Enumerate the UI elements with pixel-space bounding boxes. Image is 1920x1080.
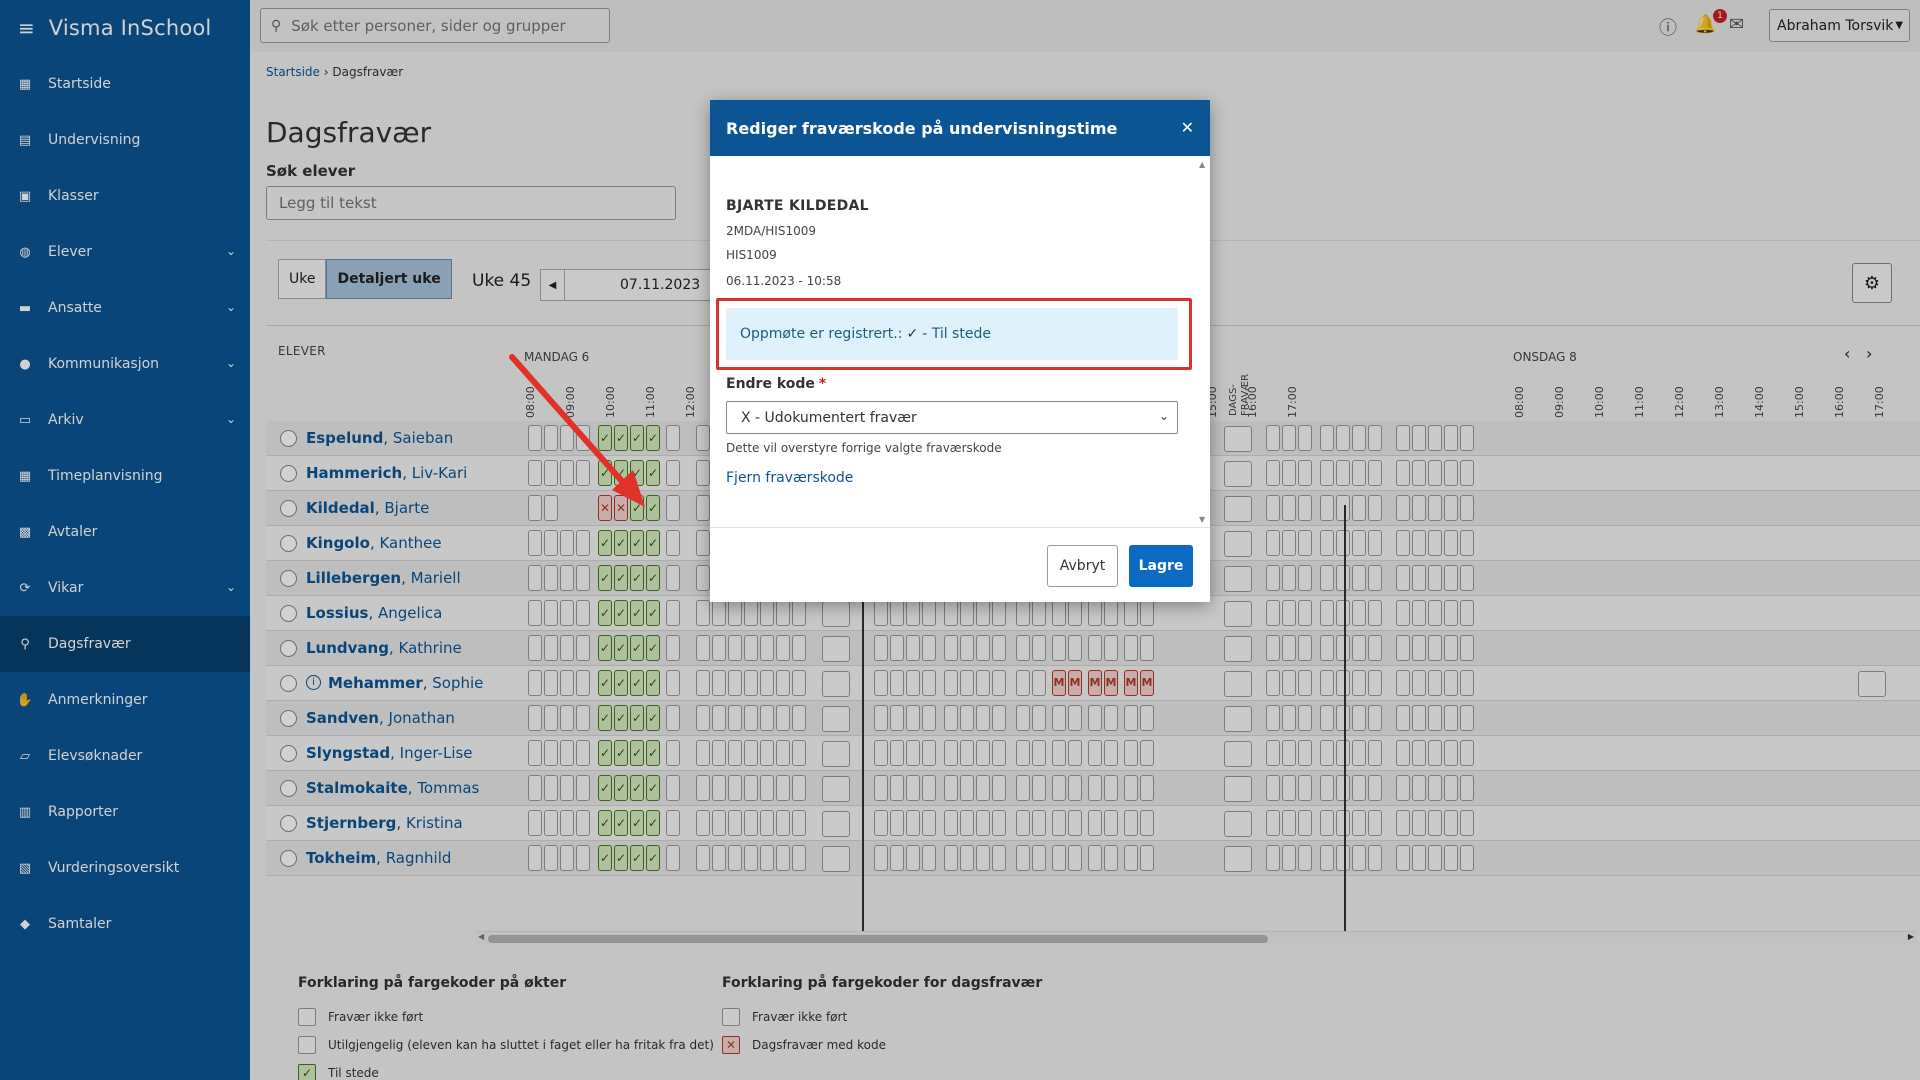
- change-code-label: Endre kode *: [726, 376, 826, 392]
- alert-suffix: - Til stede: [922, 326, 991, 342]
- required-marker: *: [818, 376, 827, 392]
- absence-code-select[interactable]: X - Udokumentert fravær ⌄: [726, 401, 1178, 434]
- chevron-down-icon: ⌄: [1158, 409, 1169, 423]
- check-icon: ✓: [906, 326, 919, 342]
- dialog-scrollbar[interactable]: ▲ ▼: [1198, 160, 1208, 524]
- override-hint: Dette vil overstyre forrige valgte fravæ…: [726, 441, 1002, 455]
- save-button[interactable]: Lagre: [1129, 545, 1193, 587]
- change-code-label-text: Endre kode: [726, 376, 815, 392]
- dialog-body: ▲ ▼ BJARTE KILDEDAL 2MDA/HIS1009 HIS1009…: [710, 156, 1210, 528]
- close-icon[interactable]: ✕: [1181, 118, 1194, 137]
- subject-code: HIS1009: [726, 248, 777, 262]
- cancel-button[interactable]: Avbryt: [1047, 545, 1118, 587]
- lesson-datetime: 06.11.2023 - 10:58: [726, 274, 842, 288]
- scroll-down-icon[interactable]: ▼: [1199, 515, 1205, 524]
- student-name: BJARTE KILDEDAL: [726, 198, 869, 214]
- remove-absence-code-link[interactable]: Fjern fraværskode: [726, 470, 853, 486]
- dialog-header: Rediger fraværskode på undervisningstime…: [710, 100, 1210, 156]
- edit-absence-code-dialog: Rediger fraværskode på undervisningstime…: [710, 100, 1210, 602]
- scroll-up-icon[interactable]: ▲: [1199, 160, 1205, 169]
- absence-code-value: X - Udokumentert fravær: [741, 409, 917, 426]
- group-code: 2MDA/HIS1009: [726, 224, 816, 238]
- dialog-title: Rediger fraværskode på undervisningstime: [726, 118, 1118, 138]
- attendance-info-alert: Oppmøte er registrert.: ✓ - Til stede: [726, 308, 1178, 360]
- alert-prefix: Oppmøte er registrert.:: [740, 326, 903, 342]
